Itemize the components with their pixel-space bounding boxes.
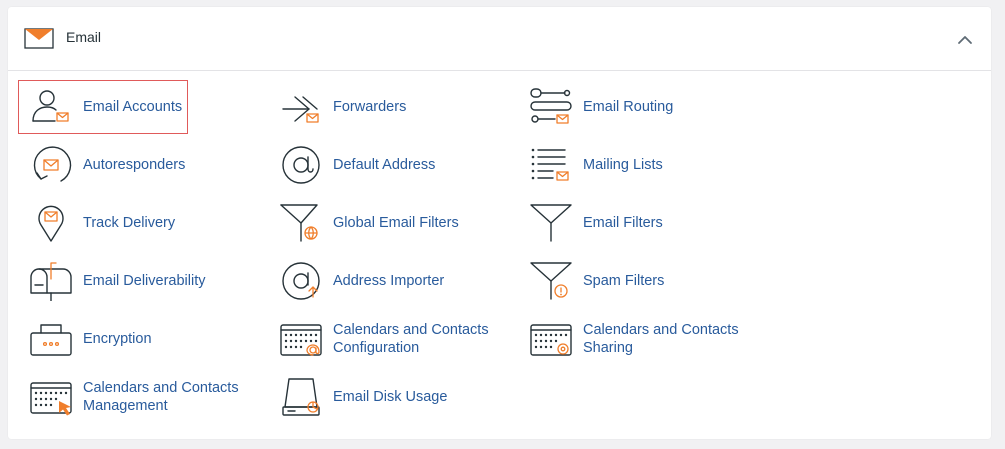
item-label: Email Deliverability (83, 273, 206, 289)
item-label: Encryption (83, 331, 152, 347)
item-label: Email Routing (583, 99, 674, 115)
item-label: Calendars and Contacts Configuration (333, 322, 489, 356)
mailing-lists-item[interactable]: Mailing Lists (519, 139, 759, 191)
item-label: Calendars and Contacts Sharing (583, 322, 739, 356)
calendars-contacts-configuration-item[interactable]: Calendars and Contacts Configuration (269, 313, 509, 365)
track-delivery-item[interactable]: Track Delivery (19, 197, 259, 249)
item-label: Mailing Lists (583, 157, 663, 173)
item-label: Calendars and Contacts Management (83, 380, 239, 414)
calendar-cursor-icon (30, 382, 72, 416)
encryption-item[interactable]: Encryption (19, 313, 259, 365)
email-disk-usage-item[interactable]: Email Disk Usage (269, 371, 509, 423)
default-address-item[interactable]: Default Address (269, 139, 509, 191)
disk-usage-icon (282, 378, 320, 416)
at-sign-icon (282, 146, 320, 184)
section-header[interactable]: Email (8, 7, 991, 71)
at-import-icon (282, 262, 320, 300)
forward-arrow-icon (282, 96, 319, 123)
autoresponders-item[interactable]: Autoresponders (19, 139, 259, 191)
item-label: Default Address (333, 157, 436, 173)
envelope-icon (24, 28, 54, 49)
routing-icon (530, 88, 572, 124)
email-accounts-item[interactable]: Email Accounts (18, 80, 188, 134)
calendar-share-icon (530, 324, 572, 356)
item-label: Global Email Filters (333, 215, 459, 231)
email-routing-item[interactable]: Email Routing (519, 81, 759, 133)
item-label: Forwarders (333, 99, 407, 115)
address-importer-item[interactable]: Address Importer (269, 255, 509, 307)
mailbox-icon (30, 262, 72, 301)
calendar-at-icon (280, 324, 322, 356)
forwarders-item[interactable]: Forwarders (269, 81, 509, 133)
email-deliverability-item[interactable]: Email Deliverability (19, 255, 259, 307)
item-label: Autoresponders (83, 157, 186, 173)
funnel-globe-icon (280, 204, 318, 242)
email-section-panel: Email Email Accounts Forwarders Email Ro… (8, 7, 991, 439)
item-label: Email Accounts (83, 99, 183, 115)
autoresponder-icon (33, 146, 72, 182)
global-email-filters-item[interactable]: Global Email Filters (269, 197, 509, 249)
email-filters-item[interactable]: Email Filters (519, 197, 759, 249)
funnel-warning-icon (530, 262, 572, 300)
item-label: Email Filters (583, 215, 663, 231)
item-label: Spam Filters (583, 273, 665, 289)
item-label: Track Delivery (83, 215, 176, 231)
user-mail-icon (32, 90, 69, 122)
lock-box-icon (30, 324, 72, 356)
section-title: Email (66, 29, 102, 45)
item-label: Email Disk Usage (333, 389, 448, 405)
calendars-contacts-sharing-item[interactable]: Calendars and Contacts Sharing (519, 313, 759, 365)
list-mail-icon (531, 148, 569, 181)
location-pin-icon (38, 205, 64, 242)
item-label: Address Importer (333, 273, 445, 289)
funnel-icon (530, 204, 572, 242)
calendars-contacts-management-item[interactable]: Calendars and Contacts Management (19, 371, 259, 423)
spam-filters-item[interactable]: Spam Filters (519, 255, 759, 307)
chevron-up-icon[interactable] (955, 30, 975, 50)
